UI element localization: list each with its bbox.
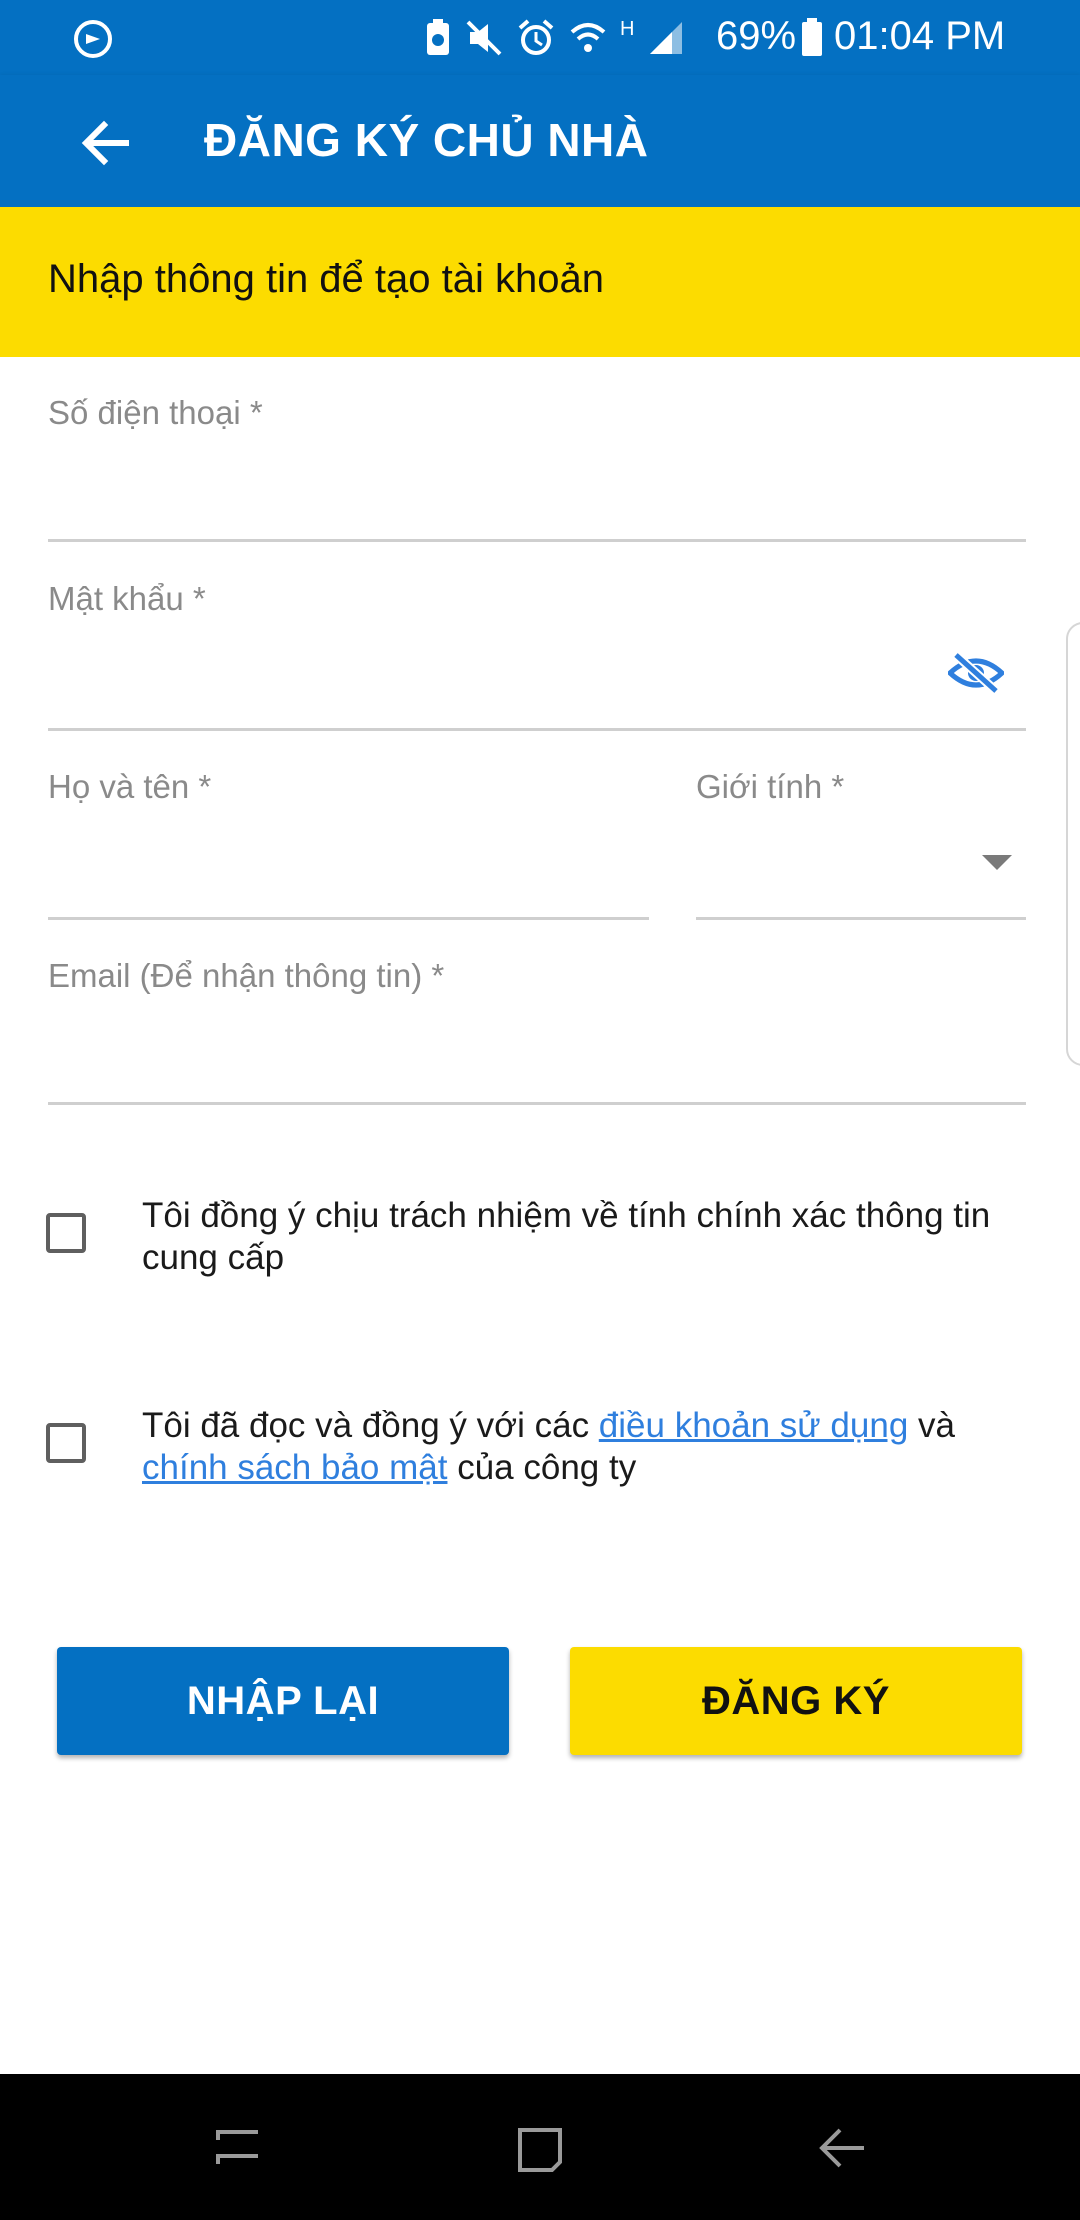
mute-icon [466, 20, 502, 56]
accuracy-agreement-text: Tôi đồng ý chịu trách nhiệm về tính chín… [142, 1196, 991, 1277]
page-title: ĐĂNG KÝ CHỦ NHÀ [204, 114, 649, 166]
terms-agreement-row: Tôi đã đọc và đồng ý với các điều khoản … [46, 1405, 1006, 1495]
gender-underline [696, 917, 1026, 920]
phone-underline [48, 539, 1026, 542]
password-label: Mật khẩu * [48, 580, 206, 617]
signal-icon [650, 22, 683, 54]
chevron-down-icon[interactable] [982, 855, 1012, 870]
privacy-policy-link[interactable]: chính sách bảo mật [142, 1448, 447, 1487]
accuracy-agreement-row: Tôi đồng ý chịu trách nhiệm về tính chín… [46, 1195, 1006, 1285]
app-notification-icon [74, 20, 112, 58]
password-input[interactable] [48, 661, 936, 721]
terms-suffix: của công ty [447, 1448, 637, 1487]
phone-field[interactable]: Số điện thoại * [48, 394, 1026, 542]
status-icons: H [424, 18, 686, 58]
terms-of-use-link[interactable]: điều khoản sử dụng [599, 1406, 909, 1445]
back-icon[interactable] [812, 2118, 872, 2178]
email-label: Email (Để nhận thông tin) * [48, 957, 445, 994]
network-type-label: H [620, 18, 635, 40]
email-underline [48, 1102, 1026, 1105]
terms-checkbox[interactable] [46, 1423, 86, 1463]
battery-percent: 69% [716, 14, 797, 58]
phone-label: Số điện thoại * [48, 394, 263, 431]
fullname-field[interactable]: Họ và tên * [48, 768, 649, 920]
terms-mid: và [908, 1406, 955, 1445]
terms-prefix: Tôi đã đọc và đồng ý với các [142, 1406, 599, 1445]
app-bar: ĐĂNG KÝ CHỦ NHÀ [0, 75, 1080, 207]
email-field[interactable]: Email (Để nhận thông tin) * [48, 957, 1026, 1105]
banner-text: Nhập thông tin để tạo tài khoản [48, 257, 604, 301]
info-banner: Nhập thông tin để tạo tài khoản [0, 207, 1080, 357]
back-arrow-icon[interactable] [78, 115, 134, 171]
battery-icon [802, 18, 822, 56]
gender-select[interactable]: Giới tính * [696, 768, 1026, 920]
password-underline [48, 728, 1026, 731]
recent-apps-icon[interactable] [208, 2118, 268, 2178]
password-field[interactable]: Mật khẩu * [48, 580, 1026, 731]
status-bar: H 69% 01:04 PM [0, 0, 1080, 75]
terms-agreement-text: Tôi đã đọc và đồng ý với các điều khoản … [142, 1405, 1006, 1489]
clock: 01:04 PM [834, 14, 1006, 58]
email-input[interactable] [48, 1035, 1026, 1095]
fullname-underline [48, 917, 649, 920]
gender-label: Giới tính * [696, 768, 845, 805]
fullname-input[interactable] [48, 850, 649, 910]
register-button[interactable]: ĐĂNG KÝ [570, 1647, 1022, 1755]
battery-saver-icon [427, 19, 449, 55]
wifi-icon [570, 23, 606, 52]
alarm-icon [518, 19, 554, 55]
system-navigation-bar [0, 2074, 1080, 2220]
reset-button[interactable]: NHẬP LẠI [57, 1647, 509, 1755]
home-icon[interactable] [510, 2118, 570, 2178]
accuracy-checkbox[interactable] [46, 1213, 86, 1253]
scroll-indicator [1066, 622, 1080, 1066]
phone-input[interactable] [48, 472, 1026, 532]
toggle-password-visibility-icon[interactable] [948, 651, 1004, 695]
fullname-label: Họ và tên * [48, 768, 212, 805]
